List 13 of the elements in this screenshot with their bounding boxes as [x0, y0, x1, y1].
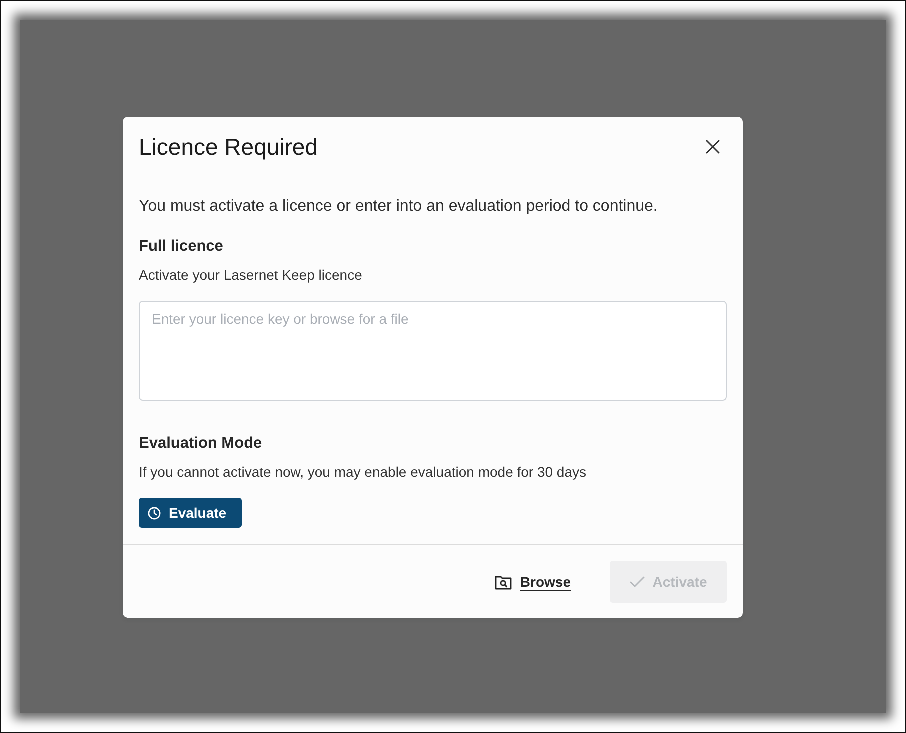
clock-icon [148, 506, 161, 520]
folder-search-icon [495, 574, 512, 590]
dialog-message: You must activate a licence or enter into an evaluation period to continue. [139, 197, 659, 217]
close-icon [705, 139, 721, 155]
dialog-title: Licence Required [139, 133, 318, 161]
licence-key-field[interactable]: Enter your licence key or browse for a file [139, 301, 727, 401]
evaluate-button[interactable]: Evaluate [139, 498, 242, 528]
check-icon [630, 576, 645, 588]
section-description: If you cannot activate now, you may enable evaluation mode for 30 days [139, 463, 588, 482]
section-heading: Evaluation Mode [139, 434, 264, 454]
browse-link[interactable]: Browse [495, 572, 571, 592]
section-description: Activate your Lasernet Keep licence [139, 266, 364, 285]
section-heading: Full licence [139, 237, 224, 257]
